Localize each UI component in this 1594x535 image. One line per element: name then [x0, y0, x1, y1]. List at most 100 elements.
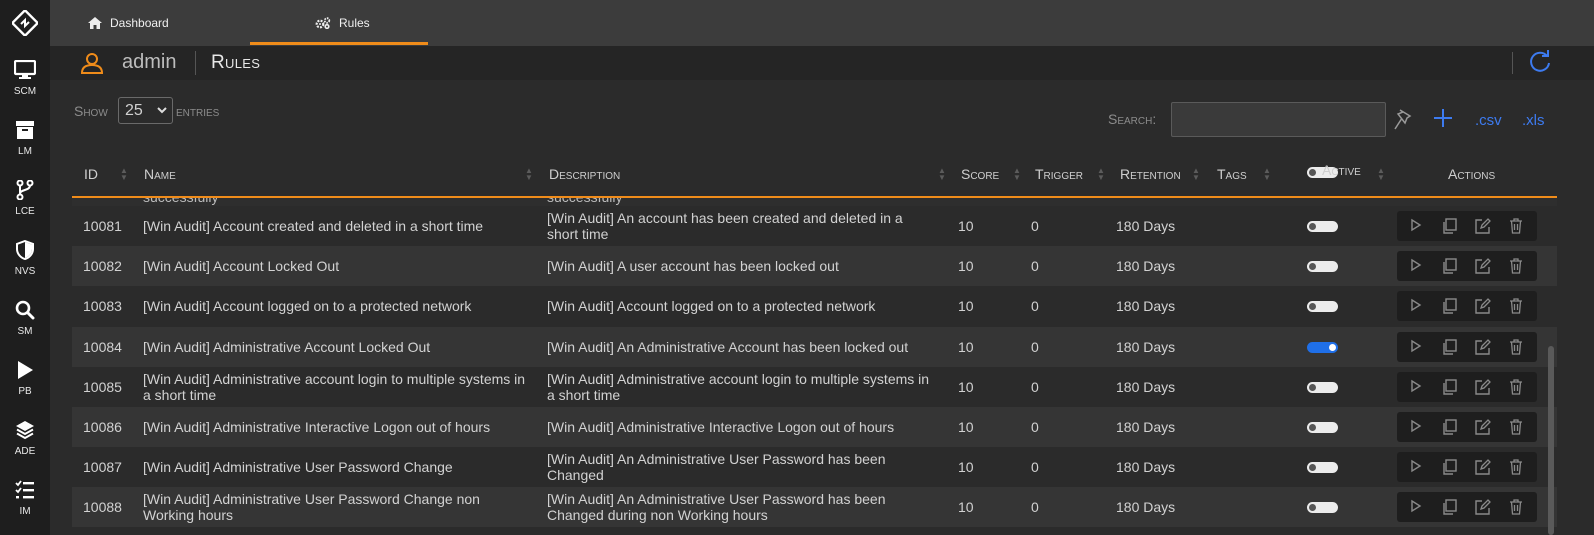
- search-input[interactable]: [1171, 102, 1386, 137]
- table-row[interactable]: 10083 [Win Audit] Account logged on to a …: [72, 286, 1557, 326]
- copy-icon[interactable]: [1441, 459, 1457, 478]
- copy-icon[interactable]: [1441, 258, 1457, 277]
- delete-icon[interactable]: [1509, 298, 1523, 317]
- divider: [195, 51, 196, 75]
- delete-icon[interactable]: [1509, 459, 1523, 478]
- sort-icon: ▲ ▼: [1377, 166, 1385, 182]
- trigger-cell: 0: [1031, 298, 1039, 315]
- id-cell: 10088: [83, 499, 122, 516]
- column-header-active[interactable]: Active: [1322, 148, 1361, 192]
- id-cell: 10086: [83, 419, 122, 435]
- entries-select[interactable]: 25: [118, 97, 173, 124]
- delete-icon[interactable]: [1509, 499, 1523, 518]
- logo-icon[interactable]: [12, 10, 38, 36]
- sidebar-item-nvs[interactable]: NVS: [0, 232, 50, 284]
- score-cell: 10: [958, 338, 974, 355]
- active-toggle[interactable]: [1307, 221, 1338, 232]
- export-csv-link[interactable]: .csv: [1475, 112, 1502, 129]
- trigger-cell: 0: [1031, 258, 1039, 275]
- edit-icon[interactable]: [1475, 258, 1491, 277]
- copy-icon[interactable]: [1441, 218, 1457, 237]
- active-toggle[interactable]: [1307, 341, 1338, 353]
- copy-icon[interactable]: [1441, 419, 1457, 438]
- column-header-score[interactable]: Score: [961, 152, 999, 196]
- run-icon[interactable]: [1410, 459, 1422, 476]
- sidebar-item-im[interactable]: IM: [0, 472, 50, 524]
- active-toggle[interactable]: [1307, 502, 1338, 514]
- table-row[interactable]: 10082 [Win Audit] Account Locked Out [Win …: [72, 246, 1557, 287]
- edit-icon[interactable]: [1475, 499, 1491, 518]
- delete-icon[interactable]: [1509, 338, 1523, 358]
- scrollbar-thumb[interactable]: [1548, 346, 1554, 535]
- edit-icon[interactable]: [1475, 218, 1491, 237]
- copy-icon[interactable]: [1441, 499, 1457, 518]
- table-row[interactable]: 10085 [Win Audit] Administrative account …: [72, 367, 1557, 407]
- edit-icon[interactable]: [1475, 459, 1491, 478]
- delete-icon[interactable]: [1509, 419, 1523, 438]
- sidebar-item-lce[interactable]: LCE: [0, 172, 50, 224]
- copy-icon[interactable]: [1441, 298, 1457, 317]
- sort-icon: ▲ ▼: [1263, 166, 1271, 182]
- run-icon[interactable]: [1410, 339, 1422, 356]
- copy-icon[interactable]: [1441, 338, 1457, 358]
- edit-icon[interactable]: [1475, 378, 1491, 398]
- add-icon[interactable]: [1433, 108, 1453, 128]
- score-cell: 10: [958, 459, 974, 476]
- copy-icon[interactable]: [1441, 379, 1457, 398]
- run-icon[interactable]: [1410, 499, 1422, 516]
- table-row[interactable]: 10087 [Win Audit] Administrative User Pas…: [72, 447, 1557, 487]
- export-xls-link[interactable]: .xls: [1522, 112, 1545, 129]
- archive-icon: [16, 121, 34, 139]
- actions-group: [1397, 452, 1537, 483]
- sidebar-item-pb[interactable]: PB: [0, 352, 50, 404]
- column-header-retention[interactable]: Retention: [1120, 152, 1181, 196]
- tab-rules[interactable]: Rules: [250, 0, 428, 46]
- id-cell: 10084: [83, 338, 122, 355]
- active-toggle[interactable]: [1307, 301, 1338, 313]
- list-check-icon: [15, 480, 34, 499]
- column-header-actions: Actions: [1448, 152, 1495, 196]
- edit-icon[interactable]: [1475, 338, 1491, 358]
- column-label: Retention: [1120, 166, 1181, 182]
- table-row[interactable]: 10084 [Win Audit] Administrative Account …: [72, 326, 1557, 367]
- sidebar-item-ade[interactable]: ADE: [0, 412, 50, 464]
- delete-icon[interactable]: [1509, 379, 1523, 398]
- active-tab-indicator: [250, 42, 428, 45]
- active-toggle[interactable]: [1307, 462, 1338, 474]
- table-row[interactable]: 10088 [Win Audit] Administrative User Pas…: [72, 487, 1557, 528]
- tab-dashboard[interactable]: Dashboard: [88, 0, 169, 46]
- column-header-tags[interactable]: Tags: [1217, 152, 1247, 196]
- table-row[interactable]: 10086 [Win Audit] Administrative Interact…: [72, 407, 1557, 447]
- column-header-trigger[interactable]: Trigger: [1035, 152, 1083, 196]
- active-toggle[interactable]: [1307, 261, 1338, 273]
- name-cell: [Win Audit] Administrative User Password…: [143, 459, 453, 476]
- sidebar-item-label: LCE: [15, 206, 35, 217]
- run-icon[interactable]: [1410, 419, 1422, 436]
- sort-icon: ▲ ▼: [525, 166, 533, 182]
- refresh-icon[interactable]: [1528, 50, 1552, 74]
- table-row[interactable]: 10081 [Win Audit] Account created and del…: [72, 206, 1557, 246]
- column-header-name[interactable]: Name: [144, 152, 176, 196]
- sidebar-item-label: IM: [19, 506, 31, 517]
- run-icon[interactable]: [1410, 379, 1422, 396]
- sidebar-item-scm[interactable]: SCM: [0, 52, 50, 104]
- sidebar-item-lm[interactable]: LM: [0, 112, 50, 164]
- delete-icon[interactable]: [1509, 218, 1523, 237]
- description-cell: [Win Audit] Administrative account login…: [547, 370, 930, 403]
- active-toggle[interactable]: [1307, 381, 1338, 393]
- run-icon[interactable]: [1410, 218, 1422, 235]
- delete-icon[interactable]: [1509, 258, 1523, 277]
- edit-icon[interactable]: [1475, 419, 1491, 438]
- home-icon: [88, 17, 102, 29]
- pin-icon[interactable]: [1393, 108, 1413, 132]
- run-icon[interactable]: [1410, 298, 1422, 315]
- edit-icon[interactable]: [1475, 298, 1491, 317]
- run-icon[interactable]: [1410, 258, 1422, 275]
- description-cell: [Win Audit] A user account has been lock…: [547, 258, 839, 275]
- monitor-icon: [14, 60, 36, 79]
- active-toggle[interactable]: [1307, 422, 1338, 433]
- column-header-id[interactable]: ID: [84, 152, 98, 196]
- score-cell: 10: [958, 378, 974, 395]
- sidebar-item-sm[interactable]: SM: [0, 292, 50, 344]
- column-header-description[interactable]: Description: [549, 152, 620, 196]
